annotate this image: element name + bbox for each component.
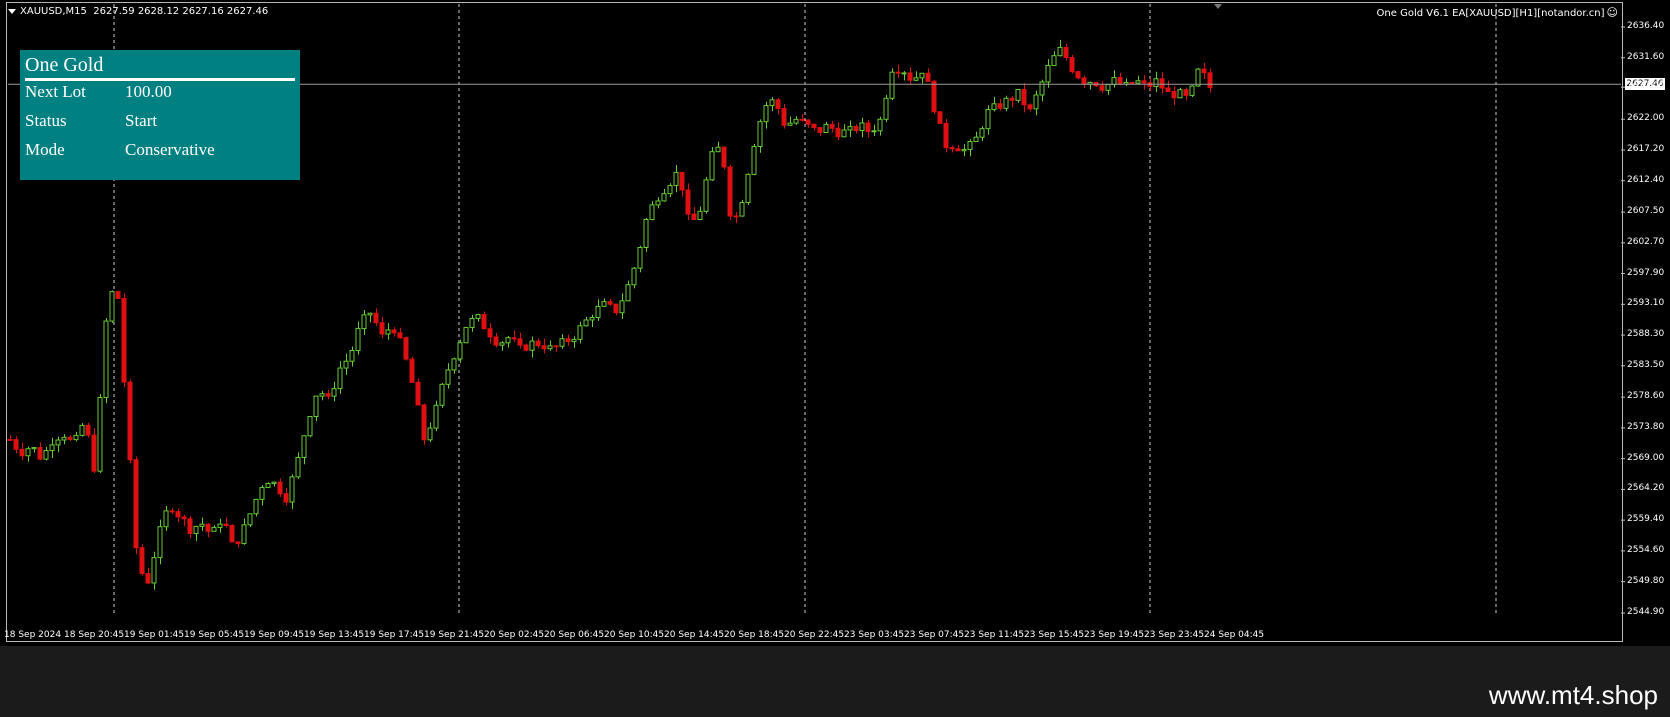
time-tick-label: 23 Sep 07:45 xyxy=(904,630,965,640)
dropdown-triangle-icon[interactable] xyxy=(8,8,16,14)
ea-name: One Gold V6.1 EA[XAUUSD][H1][notandor.cn… xyxy=(1376,8,1605,19)
price-tick-label: 2636.40 xyxy=(1627,21,1665,31)
status-label: Status xyxy=(25,111,67,130)
time-tick-label: 19 Sep 05:45 xyxy=(184,630,245,640)
price-tick-label: 2612.40 xyxy=(1627,174,1665,185)
time-tick-label: 20 Sep 10:45 xyxy=(604,630,665,640)
time-tick-label: 20 Sep 22:45 xyxy=(784,630,845,640)
price-tick-label: 2631.60 xyxy=(1627,51,1665,62)
price-tick-label: 2578.60 xyxy=(1627,391,1665,402)
price-tick-label: 2597.90 xyxy=(1627,267,1665,278)
panel-divider xyxy=(25,78,295,81)
price-tick-label: 2554.60 xyxy=(1627,544,1665,555)
time-tick-label: 19 Sep 09:45 xyxy=(244,630,305,640)
price-tick-label: 2607.50 xyxy=(1627,206,1665,217)
symbol-timeframe: XAUUSD,M15 xyxy=(20,6,87,17)
watermark-logo: www.mt4.shop xyxy=(1488,680,1658,710)
ohlc-values: 2627.59 2628.12 2627.16 2627.46 xyxy=(93,6,269,17)
next-lot-label: Next Lot xyxy=(25,82,86,101)
panel-title: One Gold xyxy=(25,54,104,76)
symbol-header[interactable]: XAUUSD,M15 2627.59 2628.12 2627.16 2627.… xyxy=(8,6,268,17)
time-tick-label: 19 Sep 01:45 xyxy=(124,630,185,640)
price-tick-label: 2564.20 xyxy=(1627,483,1665,494)
time-tick-label: 23 Sep 15:45 xyxy=(1024,630,1085,640)
chart-window[interactable]: XAUUSD,M15 2627.59 2628.12 2627.16 2627.… xyxy=(0,0,1670,646)
time-tick-label: 20 Sep 14:45 xyxy=(664,630,725,640)
next-lot-value: 100.00 xyxy=(125,82,172,101)
time-tick-label: 20 Sep 06:45 xyxy=(544,630,605,640)
price-tick-label: 2569.00 xyxy=(1627,452,1665,463)
time-tick-label: 23 Sep 03:45 xyxy=(844,630,905,640)
price-tick-label: 2617.20 xyxy=(1627,143,1665,154)
footer-bar: www.mt4.shop xyxy=(0,646,1670,717)
price-tick-label: 2602.70 xyxy=(1627,236,1665,247)
time-tick-label: 23 Sep 11:45 xyxy=(964,630,1025,640)
time-tick-label: 18 Sep 20:45 xyxy=(64,630,125,640)
price-tick-label: 2583.50 xyxy=(1627,359,1665,370)
price-tick-label: 2573.80 xyxy=(1627,421,1665,432)
time-tick-label: 20 Sep 18:45 xyxy=(724,630,785,640)
mode-label: Mode xyxy=(25,140,65,159)
time-tick-label: 19 Sep 17:45 xyxy=(364,630,425,640)
time-tick-label: 23 Sep 23:45 xyxy=(1144,630,1205,640)
price-tick-label: 2544.90 xyxy=(1627,607,1665,617)
time-tick-label: 18 Sep 2024 xyxy=(4,630,62,640)
smiley-icon[interactable]: ☺ xyxy=(1607,6,1618,19)
time-tick-label: 19 Sep 21:45 xyxy=(424,630,485,640)
status-value: Start xyxy=(125,111,158,130)
price-tick-label: 2593.10 xyxy=(1627,298,1665,309)
price-tick-label: 2627.00 xyxy=(1627,81,1665,92)
time-tick-label: 19 Sep 13:45 xyxy=(304,630,365,640)
mode-value: Conservative xyxy=(125,140,215,159)
time-tick-label: 20 Sep 02:45 xyxy=(484,630,545,640)
price-tick-label: 2622.00 xyxy=(1627,113,1665,124)
ea-label[interactable]: One Gold V6.1 EA[XAUUSD][H1][notandor.cn… xyxy=(1377,6,1618,19)
price-tick-label: 2549.80 xyxy=(1627,575,1665,586)
time-tick-label: 24 Sep 04:45 xyxy=(1204,630,1265,640)
price-tick-label: 2588.30 xyxy=(1627,329,1665,340)
info-panel: One Gold Next Lot 100.00 Status Start Mo… xyxy=(20,50,300,180)
time-tick-label: 23 Sep 19:45 xyxy=(1084,630,1145,640)
price-tick-label: 2559.40 xyxy=(1627,514,1665,525)
